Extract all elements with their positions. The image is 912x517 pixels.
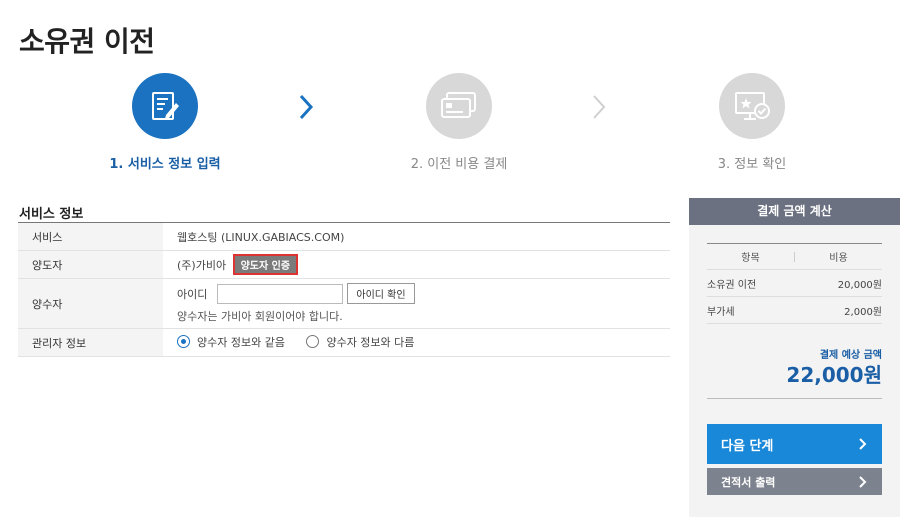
- row-label-transferee: 양수자: [18, 278, 163, 329]
- credit-card-icon: [426, 73, 492, 139]
- panel-divider: [707, 398, 882, 399]
- service-value: 웹호스팅 (LINUX.GABIACS.COM): [163, 222, 670, 251]
- chevron-right-icon: [593, 95, 606, 119]
- transferee-id-input[interactable]: [217, 283, 344, 304]
- next-step-button[interactable]: 다음 단계: [707, 424, 882, 464]
- row-transferor: 양도자 (주)가비아 양도자 인증: [18, 250, 670, 279]
- payment-panel-title: 결제 금액 계산: [689, 198, 900, 225]
- quote-print-button[interactable]: 견적서 출력: [707, 468, 882, 495]
- admin-same-label: 양수자 정보와 같음: [197, 335, 285, 349]
- payment-table-header: 항목 비용: [707, 243, 882, 270]
- transferor-value: (주)가비아: [177, 259, 227, 272]
- step-2-label: 2. 이전 비용 결제: [410, 157, 508, 172]
- step-3-label: 3. 정보 확인: [717, 157, 787, 172]
- transferee-note: 양수자는 가비아 회원이어야 합니다.: [177, 310, 343, 323]
- section-title: 서비스 정보: [19, 207, 84, 222]
- row-service: 서비스 웹호스팅 (LINUX.GABIACS.COM): [18, 222, 670, 251]
- payment-row: 부가세 2,000원: [707, 297, 882, 324]
- total-value: 22,000원: [786, 363, 882, 387]
- transferor-verify-button[interactable]: 양도자 인증: [232, 254, 299, 275]
- service-info-table: 서비스 웹호스팅 (LINUX.GABIACS.COM) 양도자 (주)가비아 …: [18, 222, 670, 357]
- admin-different-label: 양수자 정보와 다름: [326, 335, 415, 349]
- page-title: 소유권 이전: [19, 25, 155, 58]
- monitor-check-icon: [719, 73, 785, 139]
- row-label-transferor: 양도자: [18, 250, 163, 279]
- step-2: 2. 이전 비용 결제: [379, 73, 539, 172]
- step-1-label: 1. 서비스 정보 입력: [109, 157, 221, 172]
- step-1: 1. 서비스 정보 입력: [85, 73, 245, 172]
- payment-panel: 결제 금액 계산 항목 비용 소유권 이전 20,000원 부가세 2,000원…: [689, 198, 900, 517]
- next-step-label: 다음 단계: [721, 438, 774, 454]
- admin-different-radio[interactable]: 양수자 정보와 다름: [306, 334, 414, 350]
- payment-item-name: 부가세: [707, 306, 735, 318]
- quote-print-label: 견적서 출력: [721, 475, 776, 489]
- payment-item-name: 소유권 이전: [707, 279, 757, 291]
- chevron-right-icon: [859, 438, 867, 450]
- admin-same-radio[interactable]: 양수자 정보와 같음: [177, 334, 285, 350]
- id-row: 아이디 아이디 확인: [177, 283, 670, 304]
- payment-table: 항목 비용 소유권 이전 20,000원 부가세 2,000원: [707, 243, 882, 324]
- row-transferee: 양수자 아이디 아이디 확인 양수자는 가비아 회원이어야 합니다.: [18, 278, 670, 329]
- radio-selected-icon: [177, 335, 190, 349]
- step-3: 3. 정보 확인: [672, 73, 832, 172]
- admin-cell: 양수자 정보와 같음 양수자 정보와 다름: [163, 328, 670, 357]
- row-admin: 관리자 정보 양수자 정보와 같음 양수자 정보와 다름: [18, 328, 670, 357]
- payment-item-cost: 20,000원: [837, 279, 882, 291]
- form-edit-icon: [132, 73, 198, 139]
- radio-unselected-icon: [306, 335, 320, 349]
- payment-item-cost: 2,000원: [844, 306, 882, 318]
- payment-row: 소유권 이전 20,000원: [707, 270, 882, 297]
- transferor-cell: (주)가비아 양도자 인증: [163, 250, 670, 279]
- chevron-right-icon: [299, 94, 314, 120]
- row-label-service: 서비스: [18, 222, 163, 251]
- row-label-admin: 관리자 정보: [18, 328, 163, 357]
- transferee-cell: 아이디 아이디 확인 양수자는 가비아 회원이어야 합니다.: [163, 278, 670, 329]
- chevron-right-icon: [859, 475, 867, 488]
- id-label: 아이디: [177, 287, 208, 301]
- col-cost-header: 비용: [829, 253, 848, 264]
- id-check-button[interactable]: 아이디 확인: [347, 283, 415, 304]
- col-item-header: 항목: [741, 253, 760, 264]
